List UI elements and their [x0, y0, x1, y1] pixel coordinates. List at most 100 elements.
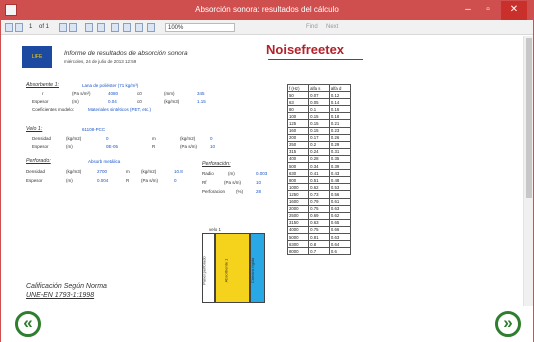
absorbent-layer	[215, 233, 250, 303]
alfa-d-cell: 0.29	[328, 140, 352, 149]
alfa-s-cell: 0.2	[308, 140, 330, 149]
frequency-cell: 125	[286, 119, 310, 128]
frequency-cell: 2500	[286, 211, 310, 220]
velo-espesor-label: Espesor	[32, 144, 49, 149]
next-page-button[interactable]: »	[495, 311, 521, 337]
velo-r-label: R	[152, 144, 156, 149]
velo-density-label: Densidad	[32, 136, 52, 141]
refresh-icon[interactable]	[97, 23, 105, 32]
frequency-cell: 8000	[286, 247, 310, 256]
next-page-icon[interactable]	[59, 23, 67, 32]
perf-m-value: 10.8	[174, 169, 183, 174]
print-layout-icon[interactable]	[123, 23, 131, 32]
alfa-d-cell: 0.23	[328, 126, 352, 135]
maximize-button[interactable]: ▫	[479, 1, 497, 20]
absorbente-heading: Absorbente 1:	[26, 82, 59, 88]
alfa-s-cell: 0.41	[308, 169, 330, 178]
abs-model-label: Coeficientes modelo:	[32, 107, 75, 112]
velo-density-unit: (kg/m2)	[66, 136, 82, 141]
table-row: 80 0.1 0.16	[286, 105, 352, 114]
navigation-bar: « »	[1, 306, 533, 342]
velo-espesor-unit: (m)	[66, 144, 73, 149]
close-button[interactable]: ✕	[501, 1, 527, 20]
perforado-name: Absorb metálica	[88, 159, 121, 164]
velo-r-value: 10	[210, 144, 216, 149]
rigid-chamber-label: Cámara rígida	[250, 257, 256, 284]
alfa-s-cell: 0.69	[308, 211, 330, 220]
alfa-d-cell: 0.35	[328, 154, 352, 164]
frequency-cell: 63	[286, 98, 310, 107]
alfa-s-cell: 0.34	[308, 162, 330, 171]
print-icon[interactable]	[111, 23, 119, 32]
table-row: 100 0.15 0.18	[286, 112, 352, 121]
previous-page-button[interactable]: «	[15, 311, 41, 337]
zoom-select[interactable]: 100%	[165, 23, 235, 32]
perf-r-unit: (Pa s/m)	[141, 178, 159, 183]
abs-r-unit: (Pa s/m²)	[72, 91, 91, 96]
perforacion-heading: Perforación:	[202, 161, 231, 167]
frequency-cell: 1600	[286, 197, 310, 206]
alfa-s-cell: 0.81	[308, 232, 330, 242]
page-number-input[interactable]: 1	[29, 23, 32, 32]
frequency-cell: 3150	[286, 218, 310, 227]
table-row: 1250 0.73 0.56	[286, 190, 352, 199]
perf-radio-value: 0.003	[256, 171, 268, 176]
perf-m-unit: (kg/m2)	[141, 169, 157, 174]
find-next-link[interactable]: Next	[326, 23, 338, 32]
back-icon[interactable]	[85, 23, 93, 32]
first-page-icon[interactable]	[5, 23, 13, 32]
perf-radio-label: Radio	[202, 171, 214, 176]
velo-m-label: m	[152, 136, 156, 141]
table-row: 160 0.15 0.23	[286, 126, 352, 135]
table-row: 6300 0.8 0.64	[286, 240, 352, 249]
alfa-s-cell: 0.63	[308, 218, 330, 227]
alfa-d-cell: 0.18	[328, 112, 352, 121]
footer-norma: UNE-EN 1793-1:1998	[26, 292, 95, 299]
absorption-table-body: 50 0.07 0.12 63 0.05 0.14 80 0.1 0.16 100 0.15 0.18…	[286, 91, 352, 256]
absorbente-name: Lana de poliéster (71 kg/m³)	[82, 83, 139, 88]
abs-espesor-value: 0.04	[108, 99, 117, 104]
frequency-cell: 100	[286, 112, 310, 121]
table-row: 250 0.2 0.29	[286, 140, 352, 149]
table-row: 315 0.24 0.31	[286, 147, 352, 156]
title-bar: Absorción sonora: resultados del cálculo…	[1, 1, 533, 20]
export-icon[interactable]	[147, 23, 155, 32]
alfa-d-cell: 0.61	[328, 197, 352, 206]
perf-r-value: 0	[174, 178, 177, 183]
abs-r-value: 4080	[108, 91, 119, 96]
alfa-d-cell: 0.53	[328, 183, 352, 192]
alfa-d-cell: 0.14	[328, 98, 352, 107]
velo-m-value: 0	[210, 136, 213, 141]
table-row: 125 0.15 0.21	[286, 119, 352, 128]
minimize-button[interactable]: –	[459, 1, 477, 20]
table-row: 400 0.28 0.35	[286, 154, 352, 164]
alfa-d-cell: 0.21	[328, 119, 352, 128]
find-link[interactable]: Find	[306, 23, 318, 32]
vertical-scrollbar[interactable]	[523, 36, 533, 306]
perf-espesor-value: 0.004	[97, 178, 109, 183]
alfa-d-cell: 0.39	[328, 162, 352, 171]
perforated-panel-label: Panel perforado	[201, 256, 207, 285]
perforado-heading: Perforado:	[26, 158, 51, 164]
perf-espesor-label: Espesor	[26, 178, 43, 183]
scrollbar-thumb[interactable]	[526, 38, 532, 198]
frequency-cell: 5000	[286, 232, 310, 242]
frequency-cell: 800	[286, 176, 310, 185]
velo-espesor-value: 0E-05	[106, 144, 119, 149]
frequency-cell: 1000	[286, 183, 310, 192]
frequency-cell: 400	[286, 154, 310, 164]
frequency-cell: 1250	[286, 190, 310, 199]
page-setup-icon[interactable]	[135, 23, 143, 32]
alfa-d-cell: 0.16	[328, 105, 352, 114]
last-page-icon[interactable]	[69, 23, 77, 32]
page-of-label: of 1	[39, 24, 50, 30]
prev-page-icon[interactable]	[15, 23, 23, 32]
table-row: 1600 0.79 0.61	[286, 197, 352, 206]
absorption-table: f (Hz) alfa s alfa d 50 0.07 0.12 63 0.05 0.1…	[286, 83, 352, 256]
alfa-d-cell: 0.64	[328, 240, 352, 249]
report-window: Absorción sonora: resultados del cálculo…	[0, 0, 534, 342]
alfa-d-cell: 0.63	[328, 232, 352, 242]
alfa-s-cell: 0.17	[308, 133, 330, 142]
frequency-cell: 6300	[286, 240, 310, 249]
abs-c0b-label: c0	[137, 99, 142, 104]
